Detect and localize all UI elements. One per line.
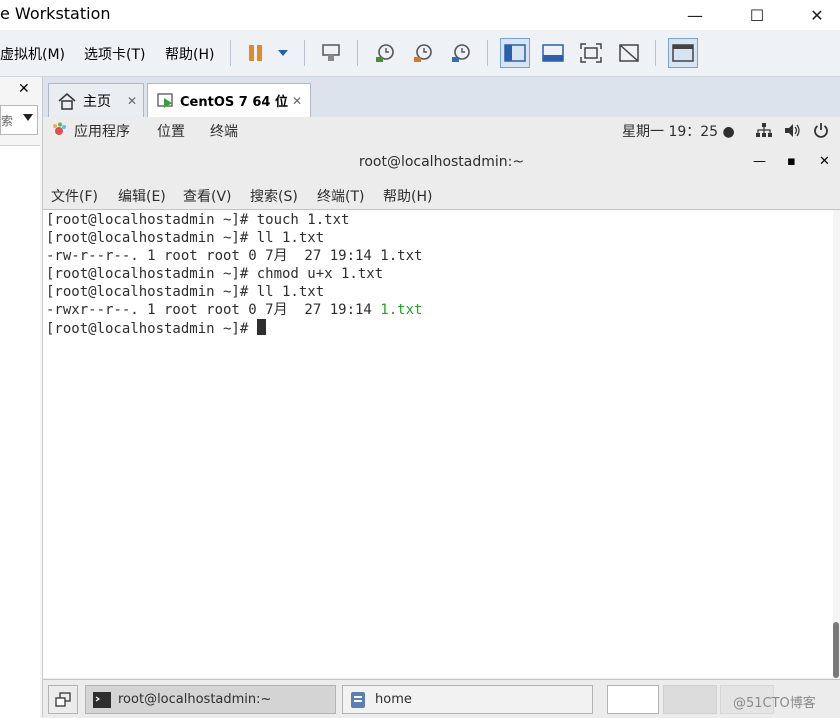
show-library-icon[interactable] (500, 38, 530, 68)
toolbar-separator (304, 40, 305, 66)
vmware-menubar: 虚拟机(M) 选项卡(T) 帮助(H) (0, 30, 840, 77)
workspace-1[interactable] (607, 685, 659, 714)
terminal-minimize-button[interactable]: — (753, 154, 766, 169)
window-close-button[interactable]: ✕ (794, 0, 840, 30)
executable-filename: 1.txt (380, 302, 423, 318)
terminal-menu-edit[interactable]: 编辑(E) (118, 186, 166, 206)
toolbar-separator (357, 40, 358, 66)
window-titlebar: e Workstation — ☐ ✕ (0, 0, 840, 30)
terminal-menu-search[interactable]: 搜索(S) (250, 186, 298, 206)
terminal-scrollbar-track[interactable] (833, 210, 840, 678)
library-search-input[interactable]: 索 (0, 105, 38, 135)
tab-home-label: 主页 (83, 93, 111, 110)
thumbnail-bar-icon[interactable] (538, 38, 568, 68)
show-desktop-button[interactable] (48, 685, 78, 714)
window-minimize-button[interactable]: — (672, 0, 718, 30)
terminal-line: [root@localhostadmin ~]# touch 1.txt (46, 212, 350, 228)
terminal-scrollbar-thumb[interactable] (833, 622, 839, 678)
terminal-title: root@localhostadmin:~ (358, 154, 525, 170)
terminal-line: [root@localhostadmin ~]# chmod u+x 1.txt (46, 266, 384, 282)
terminal-line: [root@localhostadmin ~]# ll 1.txt (46, 284, 325, 300)
window-maximize-button[interactable]: ☐ (734, 0, 780, 30)
library-close-button[interactable]: ✕ (18, 81, 30, 97)
toolbar-separator (655, 40, 656, 66)
power-icon[interactable] (813, 122, 829, 138)
taskbar-terminal-item[interactable]: root@localhostadmin:~ (85, 685, 336, 714)
terminal-menu-terminal[interactable]: 终端(T) (317, 186, 364, 206)
clock[interactable]: 星期一 19：25 ● (622, 121, 735, 141)
terminal-menu-file[interactable]: 文件(F) (51, 186, 98, 206)
library-tree[interactable] (0, 145, 40, 718)
terminal-output[interactable]: [root@localhostadmin ~]# touch 1.txt [ro… (43, 210, 833, 678)
snapshot-manager-icon[interactable] (446, 38, 476, 68)
pause-icon[interactable] (241, 38, 271, 68)
snapshot-take-icon[interactable] (370, 38, 400, 68)
terminal-line: [root@localhostadmin ~]# ll 1.txt (46, 230, 325, 246)
terminal-menu-help[interactable]: 帮助(H) (383, 186, 432, 206)
toolbar-separator (487, 40, 488, 66)
terminal-line: -rw-r--r--. 1 root root 0 7月 27 19:14 1.… (46, 248, 423, 264)
power-dropdown-icon[interactable] (268, 38, 298, 68)
terminal-app-menu[interactable]: 终端 (210, 121, 238, 141)
terminal-menubar: 文件(F) 编辑(E) 查看(V) 搜索(S) 终端(T) 帮助(H) (43, 182, 840, 210)
menu-help[interactable]: 帮助(H) (165, 44, 214, 64)
terminal-cursor (256, 319, 266, 335)
terminal-maximize-button[interactable]: ▪ (787, 154, 796, 169)
tab-home-close-button[interactable]: ✕ (127, 94, 137, 108)
gnome-top-bar: 应用程序 位置 终端 星期一 19：25 ● (43, 117, 840, 145)
tab-centos-close-button[interactable]: ✕ (292, 94, 302, 108)
library-panel: ✕ 索 (0, 77, 43, 718)
tab-centos[interactable]: CentOS 7 64 位 ✕ (147, 83, 311, 117)
full-screen-icon[interactable] (576, 38, 606, 68)
taskbar-home-label: home (375, 692, 412, 707)
chevron-down-icon[interactable] (23, 114, 33, 121)
places-menu[interactable]: 位置 (157, 121, 185, 141)
terminal-line-text: -rwxr--r--. 1 root root 0 7月 27 19:14 (46, 302, 381, 318)
toolbar-separator (230, 40, 231, 66)
terminal-menu-view[interactable]: 查看(V) (183, 186, 232, 206)
show-desktop-icon (55, 691, 71, 707)
file-manager-icon (351, 691, 365, 708)
vm-running-icon (157, 92, 173, 108)
console-view-icon[interactable] (668, 38, 698, 68)
taskbar-terminal-label: root@localhostadmin:~ (118, 692, 272, 707)
terminal-prompt: [root@localhostadmin ~]# (46, 321, 257, 337)
taskbar-home-item[interactable]: home (342, 685, 593, 714)
tab-strip: 主页 ✕ CentOS 7 64 位 ✕ (43, 77, 840, 117)
terminal-line: -rwxr--r--. 1 root root 0 7月 27 19:14 1.… (46, 301, 422, 319)
send-ctrl-alt-del-icon[interactable] (316, 38, 346, 68)
menu-vm[interactable]: 虚拟机(M) (0, 44, 65, 64)
terminal-close-button[interactable]: ✕ (819, 154, 830, 169)
terminal-prompt-line: [root@localhostadmin ~]# (46, 319, 266, 337)
snapshot-revert-icon[interactable] (408, 38, 438, 68)
tab-centos-label: CentOS 7 64 位 (180, 95, 288, 110)
gnome-bottom-panel: root@localhostadmin:~ home @51CTO博客 (43, 679, 840, 718)
workspace-2[interactable] (663, 685, 717, 714)
library-search-text: 索 (1, 114, 14, 128)
terminal-titlebar: root@localhostadmin:~ — ▪ ✕ (43, 144, 840, 183)
tab-home[interactable]: 主页 ✕ (48, 83, 144, 117)
volume-icon[interactable] (784, 123, 801, 138)
watermark: @51CTO博客 (733, 696, 816, 711)
unity-mode-icon[interactable] (614, 38, 644, 68)
home-icon (58, 92, 76, 110)
gnome-foot-icon (53, 122, 66, 135)
window-title: e Workstation (0, 4, 111, 23)
network-icon[interactable] (756, 123, 772, 138)
menu-tabs[interactable]: 选项卡(T) (84, 44, 145, 64)
terminal-icon (93, 691, 111, 708)
applications-menu[interactable]: 应用程序 (74, 121, 130, 141)
